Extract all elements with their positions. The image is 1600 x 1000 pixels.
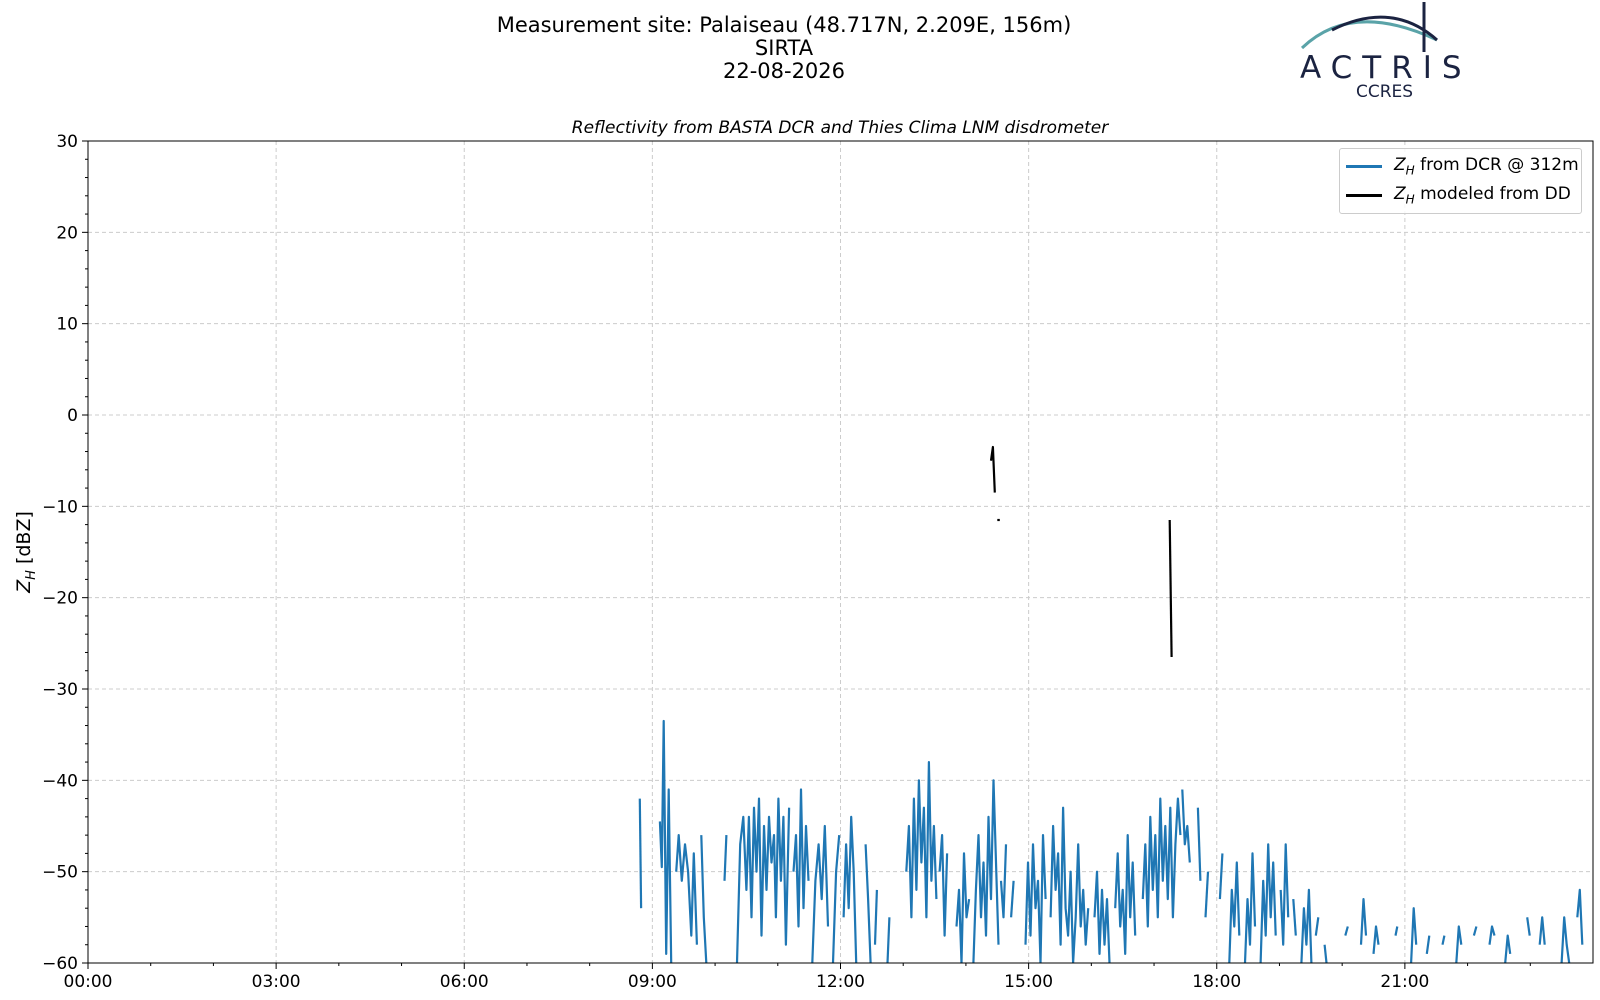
x-tick-label: 15:00 — [1004, 972, 1053, 992]
dcr-series-line — [638, 798, 643, 909]
y-tick-label: −20 — [42, 589, 78, 609]
dcr-series-line — [700, 835, 708, 963]
dcr-series-line — [1504, 934, 1512, 963]
dcr-series-line — [886, 917, 891, 963]
dcr-series-line — [1455, 925, 1463, 963]
dcr-series-line — [1394, 926, 1399, 936]
dcr-series-line — [1526, 917, 1531, 936]
x-tick-label: 06:00 — [440, 972, 489, 992]
dcr-series-line — [864, 844, 872, 963]
dcr-series-line — [1228, 861, 1241, 963]
dcr-series-line — [1196, 807, 1202, 881]
grid — [88, 141, 1593, 963]
series-layer — [638, 445, 1584, 963]
dcr-series-line — [955, 852, 971, 963]
y-tick-label: −30 — [42, 680, 78, 700]
dcr-series-line — [1279, 843, 1290, 946]
dd-series-line — [1168, 519, 1173, 658]
dcr-series-line — [1218, 853, 1224, 900]
legend-swatch-dd — [1346, 193, 1382, 197]
y-tick-label: 30 — [56, 132, 78, 152]
plot-frame — [87, 140, 1594, 964]
dcr-series-line — [1314, 917, 1320, 936]
dcr-series-line — [905, 760, 938, 919]
dcr-series-line — [792, 788, 810, 928]
dcr-series-line — [1472, 926, 1478, 936]
dcr-series-line — [1372, 925, 1380, 954]
chart-title: Reflectivity from BASTA DCR and Thies Cl… — [572, 118, 1109, 138]
dcr-series-line — [1024, 833, 1047, 963]
dcr-series-line — [1243, 852, 1257, 963]
dcr-series-line — [1204, 871, 1210, 918]
dcr-series-line — [675, 833, 698, 945]
dcr-series-line — [1538, 916, 1546, 945]
legend: ZH from DCR @ 312m ZH modeled from DD — [1339, 148, 1582, 214]
dcr-series-line — [1292, 899, 1297, 936]
dcr-series-line — [831, 835, 841, 963]
legend-swatch-dcr — [1346, 164, 1382, 168]
dcr-series-line — [1323, 944, 1328, 963]
x-tick-label: 09:00 — [628, 972, 677, 992]
legend-item-dcr: ZH from DCR @ 312m — [1346, 155, 1579, 177]
dcr-series-line — [1488, 925, 1496, 945]
dcr-series-line — [1441, 935, 1446, 945]
dcr-series-line — [1425, 935, 1431, 955]
y-axis-label: ZH [dBZ] — [13, 511, 39, 594]
y-tick-label: 20 — [56, 223, 78, 243]
dcr-series-line — [873, 889, 878, 945]
y-tick-label: −50 — [42, 863, 78, 883]
dcr-series-line — [1560, 916, 1571, 963]
dcr-series-line — [1576, 888, 1584, 945]
y-tick-label: 0 — [67, 406, 78, 426]
dcr-series-line — [658, 719, 673, 963]
legend-label-dcr: ZH from DCR @ 312m — [1394, 154, 1579, 178]
dcr-series-line — [735, 797, 791, 963]
dcr-series-line — [1141, 797, 1182, 928]
y-tick-label: −60 — [42, 954, 78, 974]
dcr-series-line — [1344, 926, 1349, 936]
dcr-series-line — [1259, 843, 1277, 963]
dcr-series-line — [1359, 897, 1368, 945]
x-tick-label: 18:00 — [1192, 972, 1241, 992]
dd-series-line — [989, 445, 996, 493]
dcr-series-line — [1410, 907, 1418, 963]
legend-item-dd: ZH modeled from DD — [1346, 184, 1571, 206]
x-tick-label: 12:00 — [816, 972, 865, 992]
y-tick-label: −10 — [42, 497, 78, 517]
dcr-series-line — [1181, 789, 1191, 863]
x-tick-label: 21:00 — [1380, 972, 1429, 992]
dcr-series-line — [1114, 833, 1137, 956]
dcr-series-line — [938, 833, 949, 937]
dcr-series-line — [723, 835, 728, 881]
y-tick-label: 10 — [56, 315, 78, 335]
dcr-series-line — [999, 844, 1008, 919]
dcr-series-line — [1049, 806, 1090, 963]
dcr-series-line — [1010, 880, 1015, 918]
legend-label-dd: ZH modeled from DD — [1394, 183, 1571, 207]
x-tick-label: 03:00 — [252, 972, 301, 992]
dcr-series-line — [1093, 870, 1111, 963]
x-tick-label: 00:00 — [64, 972, 113, 992]
dcr-series-line — [842, 815, 858, 963]
y-tick-label: −40 — [42, 771, 78, 791]
dcr-series-line — [1300, 888, 1313, 963]
ticks: 30 20 10 0 −10 −20 −30 −40 −50 −6000:00 03:00 06:00… — [42, 132, 1531, 992]
dcr-series-line — [811, 824, 830, 963]
